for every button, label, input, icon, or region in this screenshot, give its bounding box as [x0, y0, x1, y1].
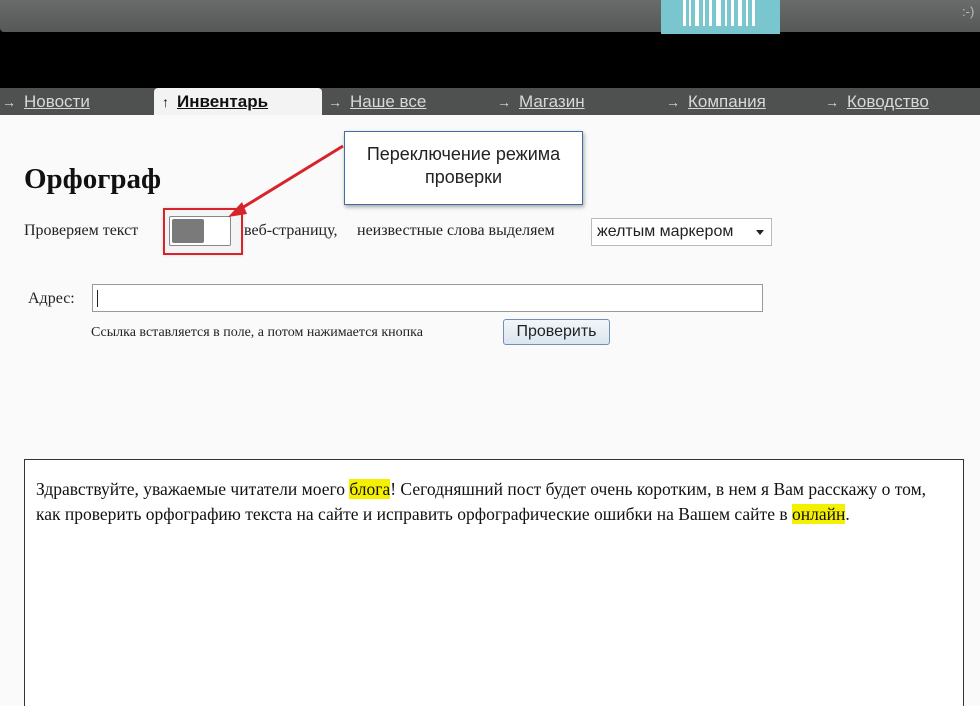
text-segment: Здравствуйте, уважаемые читатели моего	[36, 479, 350, 499]
check-button[interactable]: Проверить	[503, 319, 610, 345]
text-editor[interactable]: Здравствуйте, уважаемые читатели моего б…	[24, 459, 964, 706]
text-segment: .	[845, 504, 850, 524]
highlighted-word: онлайн	[791, 504, 846, 524]
editor-text[interactable]: Здравствуйте, уважаемые читатели моего б…	[36, 477, 946, 527]
address-input[interactable]	[92, 284, 763, 312]
text-cursor	[97, 290, 98, 307]
address-hint: Ссылка вставляется в поле, а потом нажим…	[91, 325, 423, 340]
address-label: Адрес:	[28, 290, 75, 307]
highlighted-word: блога	[349, 479, 391, 499]
